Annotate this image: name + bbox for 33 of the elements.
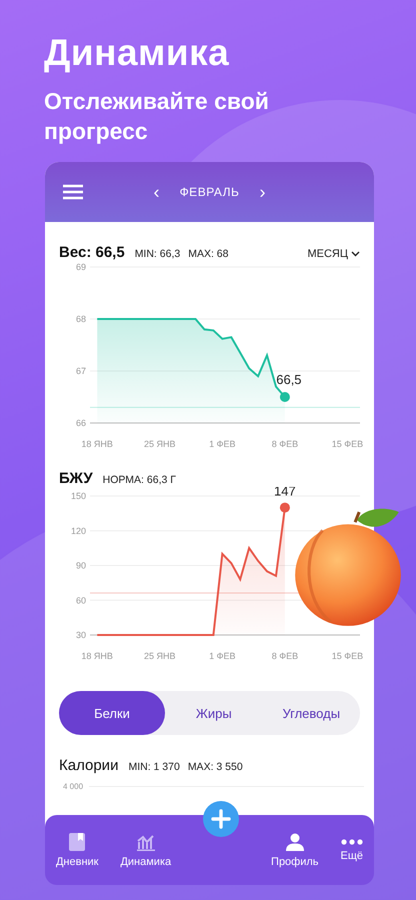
page-headline: Динамика xyxy=(44,32,230,74)
x-axis-label: 15 ФЕВ xyxy=(332,651,364,661)
y-axis-label: 120 xyxy=(70,526,86,536)
x-axis-label: 15 ФЕВ xyxy=(332,439,364,449)
x-axis-label: 1 ФЕВ xyxy=(209,651,236,661)
x-axis-label: 18 ЯНВ xyxy=(81,439,113,449)
x-axis-label: 8 ФЕВ xyxy=(272,439,298,449)
page-subtitle: Отслеживайте свой прогресс xyxy=(44,87,270,146)
weight-max: MAX: 68 xyxy=(188,248,228,260)
y-axis-label: 90 xyxy=(76,560,86,570)
macros-title: БЖУ xyxy=(59,470,93,487)
y-axis-label: 69 xyxy=(76,262,86,272)
y-axis-label: 150 xyxy=(70,491,86,501)
calories-max: MAX: 3 550 xyxy=(188,761,243,773)
norm-label: НОРМА: 66,3 Г xyxy=(102,474,176,486)
month-label: ФЕВРАЛЬ xyxy=(180,185,240,199)
weight-min: MIN: 66,3 xyxy=(134,248,180,260)
value-label: 147 xyxy=(274,487,296,499)
x-axis-label: 25 ЯНВ xyxy=(144,651,176,661)
x-axis-label: 8 ФЕВ xyxy=(272,651,298,661)
x-axis-label: 18 ЯНВ xyxy=(81,651,113,661)
y-axis-label: 66 xyxy=(76,418,86,428)
y-axis-label: 30 xyxy=(76,630,86,640)
x-axis-label: 25 ЯНВ xyxy=(144,439,176,449)
calories-min: MIN: 1 370 xyxy=(128,761,180,773)
y-axis-label: 60 xyxy=(76,595,86,606)
y-axis-label: 68 xyxy=(76,314,86,324)
calories-title: Калории xyxy=(59,757,118,774)
y-axis-label: 67 xyxy=(76,366,86,376)
value-label: 66,5 xyxy=(276,372,302,387)
y-axis-label: 4 000 xyxy=(63,782,84,791)
weight-title: Вес: 66,5 xyxy=(59,244,125,261)
x-axis-label: 1 ФЕВ xyxy=(209,439,236,449)
